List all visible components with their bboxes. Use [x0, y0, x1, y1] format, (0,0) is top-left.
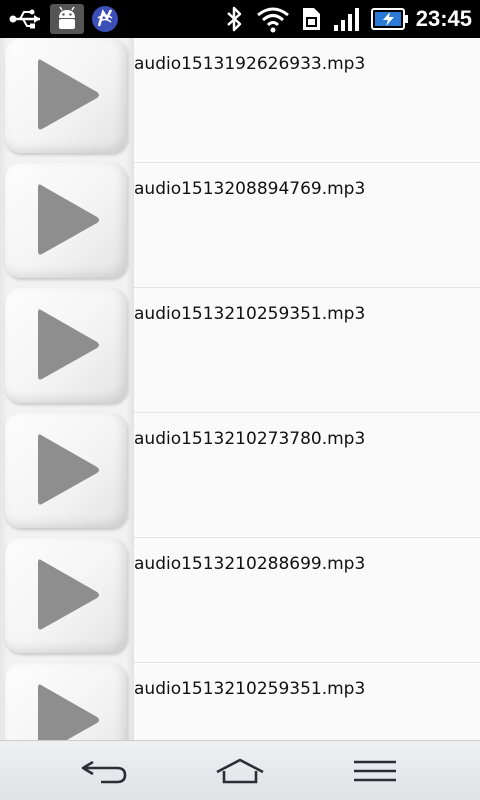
- file-name: audio1513210259351.mp3: [134, 304, 366, 324]
- app-notification-icon: [88, 4, 122, 34]
- thumbnail-column: [0, 413, 134, 538]
- play-button[interactable]: [5, 538, 127, 653]
- play-button[interactable]: [5, 288, 127, 403]
- thumbnail-column: [0, 38, 134, 163]
- list-item[interactable]: audio1513210259351.mp3: [0, 288, 480, 413]
- list-item[interactable]: audio1513192626933.mp3: [0, 38, 480, 163]
- file-name: audio1513192626933.mp3: [134, 54, 366, 74]
- play-icon: [38, 184, 99, 255]
- file-name: audio1513210259351.mp3: [134, 679, 366, 699]
- list-item[interactable]: audio1513210273780.mp3: [0, 413, 480, 538]
- back-button[interactable]: [70, 751, 140, 791]
- file-name: audio1513210288699.mp3: [134, 554, 366, 574]
- thumbnail-column: [0, 288, 134, 413]
- play-button[interactable]: [5, 663, 127, 740]
- play-icon: [38, 309, 99, 380]
- file-list[interactable]: audio1513192626933.mp3 audio1513208894769…: [0, 38, 480, 740]
- nav-bar: [0, 740, 480, 800]
- back-icon: [81, 760, 127, 784]
- play-button[interactable]: [5, 413, 127, 528]
- wifi-icon: [254, 4, 292, 34]
- status-bar: 23:45: [0, 0, 480, 38]
- bluetooth-icon: [220, 4, 248, 34]
- home-icon: [216, 758, 264, 784]
- menu-icon: [354, 760, 396, 782]
- play-icon: [38, 434, 99, 505]
- list-item[interactable]: audio1513208894769.mp3: [0, 163, 480, 288]
- list-item[interactable]: audio1513210259351.mp3: [0, 663, 480, 740]
- usb-icon: [8, 4, 44, 34]
- play-icon: [38, 59, 99, 130]
- status-time: 23:45: [415, 6, 472, 31]
- file-name: audio1513208894769.mp3: [134, 179, 366, 199]
- list-item[interactable]: audio1513210288699.mp3: [0, 538, 480, 663]
- thumbnail-column: [0, 538, 134, 663]
- home-button[interactable]: [205, 751, 275, 791]
- play-icon: [38, 684, 99, 740]
- sim-icon: [298, 4, 324, 34]
- thumbnail-column: [0, 163, 134, 288]
- screen: 23:45 audio1513192626933.mp3 audio1513208…: [0, 0, 480, 800]
- battery-charging-icon: [370, 4, 410, 34]
- play-button[interactable]: [5, 163, 127, 278]
- android-debug-icon: [50, 4, 84, 34]
- thumbnail-column: [0, 663, 134, 740]
- play-button[interactable]: [5, 38, 127, 153]
- play-icon: [38, 559, 99, 630]
- menu-button[interactable]: [340, 751, 410, 791]
- file-name: audio1513210273780.mp3: [134, 429, 366, 449]
- signal-icon: [330, 4, 364, 34]
